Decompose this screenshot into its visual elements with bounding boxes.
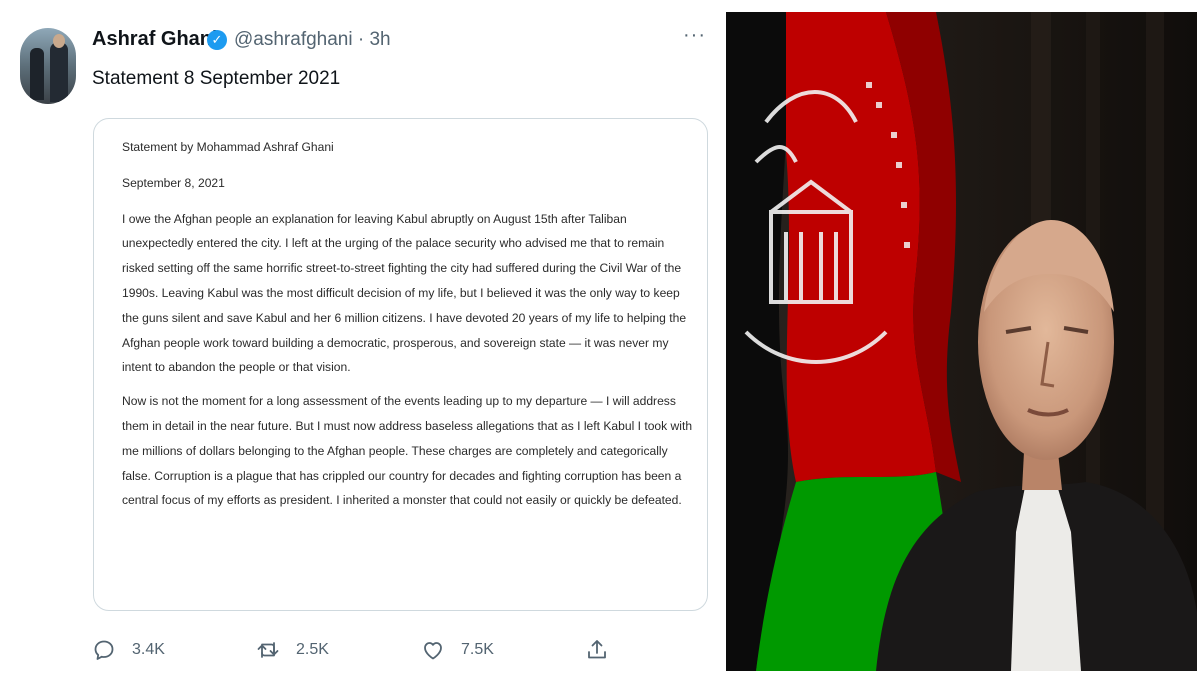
statement-date: September 8, 2021 bbox=[122, 175, 225, 190]
share-button[interactable] bbox=[585, 632, 609, 668]
reply-icon bbox=[94, 640, 114, 660]
avatar-figure bbox=[30, 48, 44, 100]
like-button[interactable]: 7.5K bbox=[421, 632, 494, 668]
statement-title: Statement by Mohammad Ashraf Ghani bbox=[122, 140, 334, 154]
like-icon bbox=[424, 642, 442, 660]
reply-button[interactable]: 3.4K bbox=[92, 632, 165, 668]
statement-paragraph-1: I owe the Afghan people an explanation f… bbox=[122, 211, 687, 375]
like-count: 7.5K bbox=[461, 641, 494, 658]
retweet-icon bbox=[257, 642, 279, 658]
verified-badge-icon: ✓ bbox=[207, 30, 227, 50]
more-icon[interactable]: ··· bbox=[683, 24, 706, 47]
tweet-actions: 3.4K 2.5K 7.5K bbox=[0, 632, 722, 668]
statement-image[interactable]: Statement by Mohammad Ashraf Ghani Septe… bbox=[93, 118, 708, 611]
reply-count: 3.4K bbox=[132, 641, 165, 658]
retweet-button[interactable]: 2.5K bbox=[256, 632, 329, 668]
statement-paragraph-2: Now is not the moment for a long assessm… bbox=[122, 394, 693, 508]
tweet[interactable]: Ashraf Ghani ✓ @ashrafghani · 3h ··· Sta… bbox=[0, 0, 722, 675]
photo-illustration bbox=[726, 12, 1197, 671]
author-avatar[interactable] bbox=[20, 28, 76, 104]
retweet-count: 2.5K bbox=[296, 641, 329, 658]
share-icon bbox=[588, 640, 606, 659]
speaker-photo bbox=[726, 12, 1197, 671]
statement-document: Statement by Mohammad Ashraf Ghani Septe… bbox=[122, 135, 694, 513]
tweet-text: Statement 8 September 2021 bbox=[92, 68, 341, 89]
author-handle-time[interactable]: @ashrafghani · 3h bbox=[234, 29, 391, 51]
avatar-figure bbox=[50, 42, 68, 102]
author-name[interactable]: Ashraf Ghani bbox=[92, 28, 218, 51]
avatar-head bbox=[53, 34, 65, 48]
